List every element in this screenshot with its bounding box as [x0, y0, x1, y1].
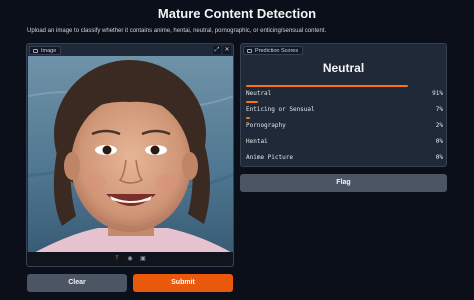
score-bar: [246, 101, 259, 103]
score-name: Pornography: [246, 122, 286, 129]
uploaded-photo: [28, 56, 233, 266]
image-icon: [33, 48, 38, 53]
image-source-toolbar: ⤒ ◉ ▣: [27, 252, 233, 266]
submit-button[interactable]: Submit: [133, 274, 233, 292]
score-name: Anime Picture: [246, 154, 293, 161]
score-row: Neutral 91%: [246, 85, 443, 101]
image-label-text: Image: [41, 47, 57, 54]
label-icon: [247, 48, 252, 53]
webcam-icon[interactable]: ◉: [127, 256, 134, 263]
prediction-panel-label: Prediction Scores: [243, 46, 304, 55]
score-percent: 7%: [435, 106, 443, 113]
page-title: Mature Content Detection: [157, 6, 317, 21]
score-name: Enticing or Sensual: [246, 106, 315, 113]
score-bar: [246, 85, 408, 87]
clipboard-icon[interactable]: ▣: [140, 256, 147, 263]
score-row: Enticing or Sensual 7%: [246, 101, 443, 117]
score-percent: 0%: [435, 154, 443, 161]
score-row: Anime Picture 0%: [246, 149, 443, 165]
prediction-scores-panel: Prediction Scores Neutral Neutral 91% En…: [240, 43, 447, 167]
score-name: Neutral: [246, 90, 272, 97]
fullscreen-icon[interactable]: ⤢: [213, 46, 221, 54]
flag-button[interactable]: Flag: [240, 174, 447, 192]
clear-button[interactable]: Clear: [27, 274, 127, 292]
score-bar: [246, 117, 250, 119]
prediction-label-text: Prediction Scores: [255, 47, 299, 54]
score-name: Hentai: [246, 138, 268, 145]
score-percent: 2%: [435, 122, 443, 129]
close-icon[interactable]: ✕: [223, 46, 231, 54]
page-description: Upload an image to classify whether it c…: [27, 28, 327, 34]
score-percent: 91%: [432, 90, 443, 97]
score-row: Pornography 2%: [246, 117, 443, 133]
image-input-panel[interactable]: Image ⤢ ✕ ⤒ ◉ ▣: [26, 43, 234, 267]
score-row: Hentai 0%: [246, 133, 443, 149]
score-percent: 0%: [435, 138, 443, 145]
image-panel-label: Image: [29, 46, 62, 55]
top-prediction: Neutral: [322, 61, 365, 75]
upload-icon[interactable]: ⤒: [114, 256, 121, 263]
